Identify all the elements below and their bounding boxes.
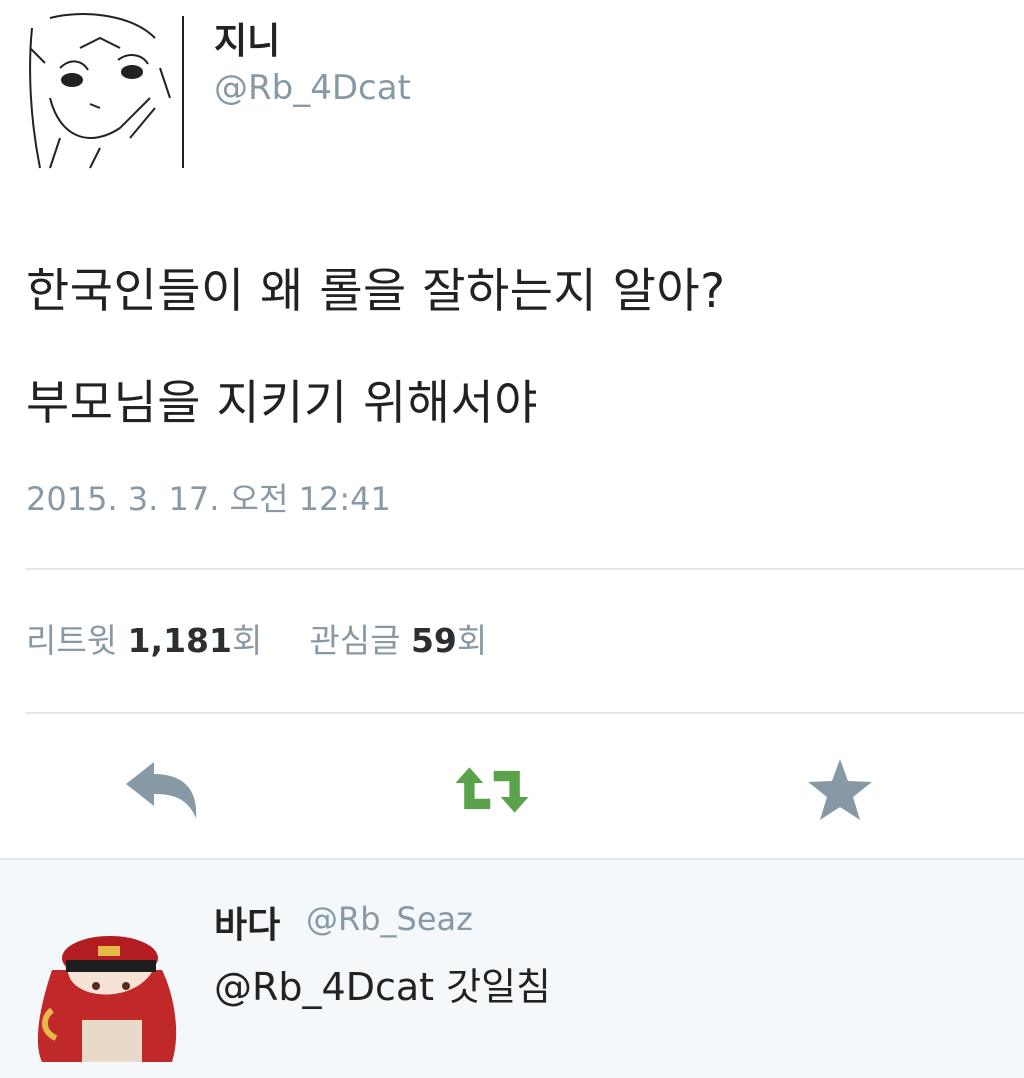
- reply-author-name[interactable]: 바다: [214, 896, 280, 948]
- favorite-button[interactable]: [800, 750, 880, 830]
- reply-author-handle[interactable]: @Rb_Seaz: [306, 900, 473, 938]
- retweet-unit: 회: [231, 621, 263, 660]
- author-name[interactable]: 지니: [214, 12, 280, 64]
- retweet-label: 리트윗: [26, 621, 118, 660]
- divider: [26, 712, 1024, 714]
- reply-text: @Rb_4Dcat 갓일침: [214, 965, 551, 1009]
- favorite-label: 관심글: [309, 621, 401, 660]
- tweet-detail: 지니 @Rb_4Dcat 한국인들이 왜 롤을 잘하는지 알아? 부모님을 지키…: [0, 0, 1024, 858]
- favorite-unit: 회: [456, 621, 488, 660]
- retweet-count[interactable]: 1,181: [128, 621, 232, 660]
- tweet-text-line: 부모님을 지키기 위해서야: [26, 376, 539, 431]
- author-avatar[interactable]: [20, 8, 190, 174]
- reply-button[interactable]: [122, 750, 202, 830]
- tweet-actions: [0, 740, 1024, 840]
- tweet-text-line: 한국인들이 왜 롤을 잘하는지 알아?: [26, 264, 726, 319]
- tweet-timestamp[interactable]: 2015. 3. 17. 오전 12:41: [26, 474, 391, 520]
- reply-icon: [126, 762, 197, 818]
- divider: [26, 568, 1024, 570]
- retweet-button[interactable]: [452, 750, 532, 830]
- author-handle[interactable]: @Rb_4Dcat: [214, 68, 411, 108]
- tweet-stats: 리트윗 1,181회 관심글 59회: [26, 614, 487, 662]
- tweet-text: 한국인들이 왜 롤을 잘하는지 알아? 부모님을 지키기 위해서야: [26, 236, 726, 460]
- favorite-count[interactable]: 59: [411, 621, 457, 660]
- reply-avatar[interactable]: [22, 900, 188, 1062]
- retweet-icon: [455, 767, 529, 813]
- star-icon: [808, 759, 872, 820]
- reply-tweet[interactable]: 바다 @Rb_Seaz @Rb_4Dcat 갓일침: [0, 858, 1024, 1078]
